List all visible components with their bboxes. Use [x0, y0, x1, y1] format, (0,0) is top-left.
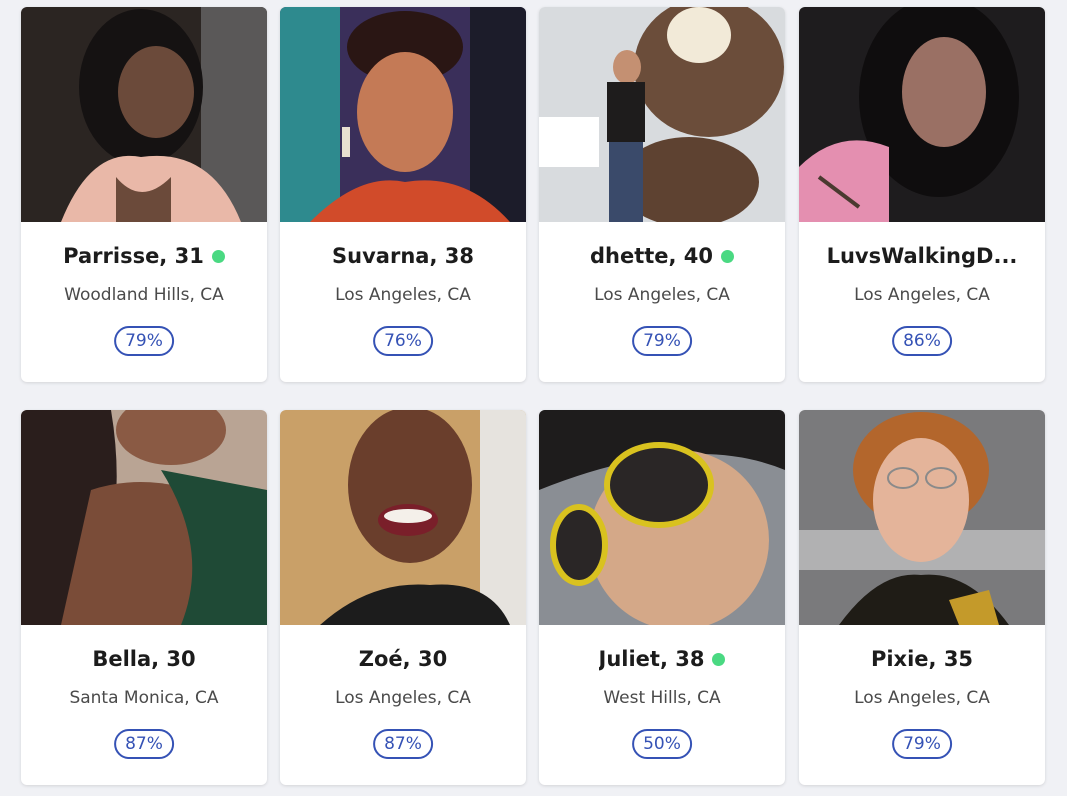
match-percentage-badge: 79% [114, 326, 174, 356]
profile-location: Los Angeles, CA [854, 688, 990, 708]
profile-photo[interactable] [21, 7, 267, 222]
profile-location: Los Angeles, CA [594, 285, 730, 305]
profile-photo[interactable] [799, 7, 1045, 222]
profile-photo[interactable] [280, 410, 526, 625]
profile-card[interactable]: LuvsWalkingD... Los Angeles, CA 86% [799, 7, 1045, 382]
profile-location: Los Angeles, CA [335, 688, 471, 708]
profile-card[interactable]: Parrisse, 31 Woodland Hills, CA 79% [21, 7, 267, 382]
profile-name[interactable]: Suvarna, 38 [332, 244, 474, 268]
online-status-indicator [712, 652, 726, 666]
profile-card[interactable]: Suvarna, 38 Los Angeles, CA 76% [280, 7, 526, 382]
profile-photo[interactable] [280, 7, 526, 222]
online-status-indicator [721, 249, 735, 263]
profile-location: Los Angeles, CA [335, 285, 471, 305]
profile-location: Santa Monica, CA [69, 688, 219, 708]
match-percentage-badge: 79% [632, 326, 692, 356]
profile-name[interactable]: LuvsWalkingD... [827, 244, 1018, 268]
match-percentage-badge: 76% [373, 326, 433, 356]
profile-photo[interactable] [21, 410, 267, 625]
match-percentage-badge: 79% [892, 729, 952, 759]
profile-location: West Hills, CA [603, 688, 721, 708]
profile-location: Los Angeles, CA [854, 285, 990, 305]
match-percentage-badge: 87% [114, 729, 174, 759]
match-percentage-badge: 50% [632, 729, 692, 759]
profile-name[interactable]: Juliet, 38 [599, 647, 705, 671]
profile-photo[interactable] [539, 7, 785, 222]
profile-photo[interactable] [539, 410, 785, 625]
match-percentage-badge: 86% [892, 326, 952, 356]
match-grid: Parrisse, 31 Woodland Hills, CA 79% Suva… [0, 0, 1067, 796]
profile-card[interactable]: dhette, 40 Los Angeles, CA 79% [539, 7, 785, 382]
profile-card[interactable]: Bella, 30 Santa Monica, CA 87% [21, 410, 267, 785]
profile-card[interactable]: Juliet, 38 West Hills, CA 50% [539, 410, 785, 785]
profile-name[interactable]: Pixie, 35 [871, 647, 973, 671]
profile-name[interactable]: Parrisse, 31 [63, 244, 204, 268]
profile-name[interactable]: dhette, 40 [590, 244, 713, 268]
profile-location: Woodland Hills, CA [64, 285, 224, 305]
profile-name[interactable]: Zoé, 30 [359, 647, 447, 671]
match-percentage-badge: 87% [373, 729, 433, 759]
profile-name[interactable]: Bella, 30 [92, 647, 195, 671]
profile-card[interactable]: Zoé, 30 Los Angeles, CA 87% [280, 410, 526, 785]
profile-card[interactable]: Pixie, 35 Los Angeles, CA 79% [799, 410, 1045, 785]
online-status-indicator [211, 249, 225, 263]
profile-photo[interactable] [799, 410, 1045, 625]
